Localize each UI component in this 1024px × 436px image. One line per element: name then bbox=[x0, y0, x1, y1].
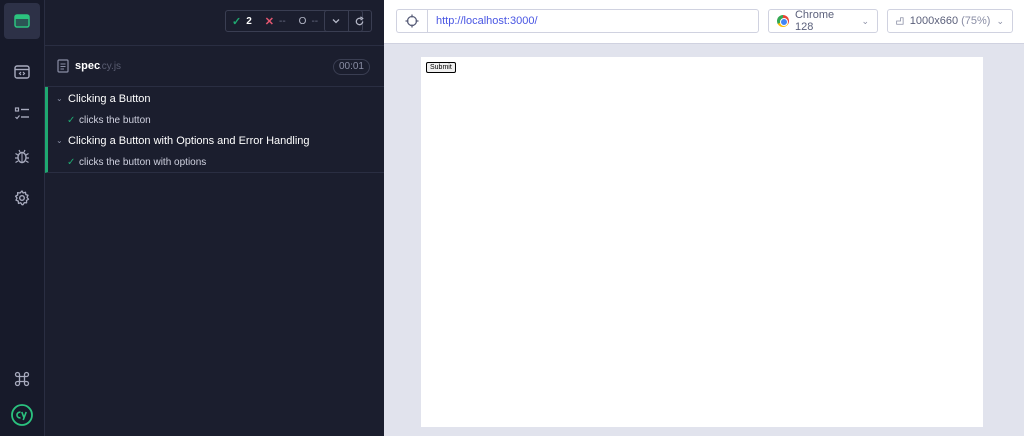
passed-check-icon: ✓ bbox=[67, 115, 76, 126]
viewport-size: 1000x660 bbox=[909, 15, 959, 27]
settings-nav-button[interactable] bbox=[4, 180, 40, 216]
viewport-selector[interactable]: 1000x660 (75%) ⌄ bbox=[887, 9, 1013, 33]
debug-icon bbox=[15, 149, 29, 164]
failed-count: -- bbox=[279, 15, 286, 27]
keyboard-shortcuts-button[interactable] bbox=[4, 361, 40, 397]
chevron-down-icon: ⌄ bbox=[56, 136, 63, 145]
cypress-logo-icon bbox=[11, 404, 33, 426]
viewport-icon bbox=[896, 17, 904, 25]
preview-toolbar: http://localhost:3000/ Chrome 128 ⌄ 1000… bbox=[384, 0, 1024, 44]
chevron-down-icon bbox=[332, 19, 340, 24]
runs-icon bbox=[14, 107, 29, 120]
collapse-all-button[interactable] bbox=[325, 11, 348, 31]
rerun-button[interactable] bbox=[347, 11, 372, 31]
cypress-logo-button[interactable] bbox=[4, 397, 40, 433]
spec-extension: .cy.js bbox=[99, 61, 122, 72]
chevron-down-icon: ⌄ bbox=[996, 15, 1004, 26]
browser-selector[interactable]: Chrome 128 ⌄ bbox=[768, 9, 878, 33]
chrome-icon bbox=[777, 15, 789, 27]
suite-title: Clicking a Button with Options and Error… bbox=[68, 135, 310, 147]
specs-nav-button[interactable] bbox=[4, 54, 40, 90]
document-icon bbox=[57, 59, 69, 73]
passed-count: 2 bbox=[246, 15, 252, 27]
submit-button[interactable]: Submit bbox=[426, 62, 456, 73]
passed-check-icon: ✓ bbox=[67, 157, 76, 168]
debug-nav-button[interactable] bbox=[4, 138, 40, 174]
test-title: clicks the button bbox=[79, 115, 151, 126]
test-list: ⌄ Clicking a Button ✓ clicks the button … bbox=[45, 87, 384, 173]
spec-header: spec .cy.js 00:01 bbox=[45, 45, 384, 87]
browser-label: Chrome 128 bbox=[794, 9, 835, 33]
viewport-scale: (75%) bbox=[961, 15, 991, 27]
crosshair-icon bbox=[405, 14, 419, 28]
specs-icon bbox=[14, 65, 30, 79]
spec-duration-badge: 00:01 bbox=[332, 59, 370, 75]
refresh-icon bbox=[355, 15, 364, 25]
reporter-controls bbox=[324, 10, 372, 32]
gear-icon bbox=[14, 190, 30, 206]
command-key-icon bbox=[14, 371, 30, 387]
runs-nav-button[interactable] bbox=[4, 96, 40, 132]
side-nav bbox=[0, 0, 45, 436]
test-title: clicks the button with options bbox=[79, 157, 207, 168]
selector-playground-button[interactable] bbox=[396, 9, 427, 33]
suite-title: Clicking a Button bbox=[68, 93, 151, 105]
spec-name: spec bbox=[75, 60, 101, 72]
failed-x-icon: ✕ bbox=[264, 15, 274, 28]
app-under-test-frame: Submit bbox=[421, 57, 983, 427]
reporter-panel: ✓ 2 ✕ -- O -- spec .cy.js 00:01 ⌄ Clicki… bbox=[45, 0, 384, 436]
url-bar[interactable]: http://localhost:3000/ bbox=[427, 9, 759, 33]
chevron-down-icon: ⌄ bbox=[861, 15, 869, 26]
pending-count: -- bbox=[311, 15, 319, 27]
app-preview: http://localhost:3000/ Chrome 128 ⌄ 1000… bbox=[384, 0, 1024, 436]
project-icon bbox=[14, 14, 30, 28]
project-nav-button[interactable] bbox=[4, 3, 40, 39]
pending-circle-icon: O bbox=[298, 15, 307, 27]
chevron-down-icon: ⌄ bbox=[56, 94, 63, 103]
passed-check-icon: ✓ bbox=[232, 15, 242, 28]
